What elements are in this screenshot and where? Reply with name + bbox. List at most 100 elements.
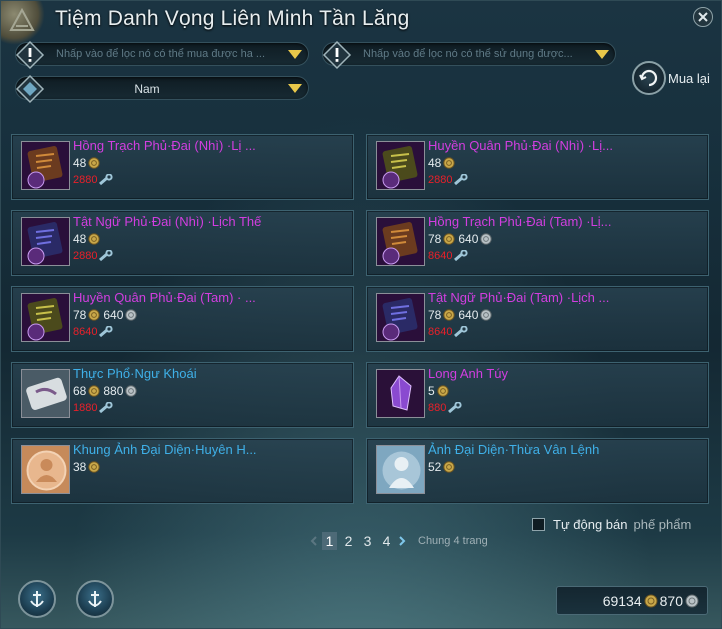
reputation-icon [454,326,469,338]
item-reputation-cost: 2880 [73,250,114,262]
gold-coin-icon [88,385,101,397]
item-reputation-value: 8640 [73,326,98,338]
shop-item[interactable]: Ảnh Đại Diện·Thừa Vân Lệnh 52 [366,438,709,504]
item-name: Khung Ảnh Đại Diện·Huyên H... [73,442,257,457]
reputation-icon [99,174,114,186]
auto-sell-checkbox[interactable] [532,518,545,531]
shop-item[interactable]: Thực Phổ·Ngư Khoái 68 880 1880 [11,362,354,428]
gold-coin-icon [436,385,449,397]
item-name: Huyền Quân Phủ·Đai (Nhì) ·Lị... [428,138,613,153]
shop-item[interactable]: Hồng Trạch Phủ·Đai (Nhì) ·Lị ... 48 2880 [11,134,354,200]
page-1-button[interactable]: 1 [322,532,337,550]
close-icon [698,12,708,22]
anchor-icon [88,591,102,607]
item-name: Thực Phổ·Ngư Khoái [73,366,197,381]
item-gold-price: 5 [428,384,435,398]
reputation-icon [99,326,114,338]
gender-filter-dropdown[interactable]: Nam [15,74,309,104]
silver-coin-icon [480,309,493,321]
item-name: Ảnh Đại Diện·Thừa Vân Lệnh [428,442,600,457]
gold-coin-icon [88,461,101,473]
buy-filter-placeholder: Nhấp vào để lọc nó có thể mua được ha ..… [56,48,266,60]
warning-icon [322,40,352,70]
silver-coin-icon [480,233,493,245]
prev-page-button[interactable] [308,535,320,547]
bottom-tool-button-1[interactable] [18,580,56,618]
gold-coin-icon [443,233,456,245]
warning-icon [15,40,45,70]
shop-item[interactable]: Long Anh Túy 5 880 [366,362,709,428]
shop-item[interactable]: Khung Ảnh Đại Diện·Huyên H... 38 [11,438,354,504]
reputation-icon [99,402,114,414]
shop-item[interactable]: Hồng Trạch Phủ·Đai (Tam) ·Lị... 78 640 8640 [366,210,709,276]
shop-emblem-icon [1,1,45,45]
reputation-icon [448,402,462,414]
item-gold-price: 68 [73,384,87,398]
shop-item[interactable]: Tật Ngữ Phủ·Đai (Tam) ·Lịch ... 78 640 8640 [366,286,709,352]
auto-sell-sub: phế phẩm [633,517,692,532]
page-total: Chung 4 trang [418,535,488,547]
shop-window: Tiệm Danh Vọng Liên Minh Tần Lăng Nhấp v… [0,0,722,629]
pagination: 1 2 3 4 Chung 4 trang [308,532,488,550]
close-button[interactable] [693,7,713,27]
rebuy-label: Mua lại [668,70,710,86]
item-name: Tật Ngữ Phủ·Đai (Nhì) ·Lịch Thế [73,214,262,229]
item-gold-price: 48 [73,156,87,170]
page-2-button[interactable]: 2 [341,532,356,550]
next-page-button[interactable] [396,535,408,547]
shop-item[interactable]: Tật Ngữ Phủ·Đai (Nhì) ·Lịch Thế 48 2880 [11,210,354,276]
item-reputation-value: 8640 [428,326,453,338]
gold-coin-icon [443,157,456,169]
item-price: 68 880 [73,384,140,398]
reputation-icon [454,174,469,186]
scroll-orange-icon [21,141,70,190]
scroll-blue-icon [376,293,425,342]
item-reputation-cost: 8640 [428,250,469,262]
buy-filter-dropdown[interactable]: Nhấp vào để lọc nó có thể mua được ha ..… [15,40,309,70]
chevron-down-icon [288,50,302,59]
item-gold-price: 48 [428,156,442,170]
silver-coin-icon [685,594,699,607]
reputation-icon [454,250,469,262]
item-name: Tật Ngữ Phủ·Đai (Tam) ·Lịch ... [428,290,610,305]
chevron-down-icon [595,50,609,59]
gold-coin-icon [88,309,101,321]
item-price: 52 [428,460,458,474]
item-reputation-cost: 2880 [428,174,469,186]
item-gold-price: 78 [73,308,87,322]
silver-coin-icon [125,385,138,397]
recipe-scroll-icon [21,369,70,418]
gold-coin-icon [88,157,101,169]
scroll-yellow-icon [376,141,425,190]
item-price: 78 640 [428,308,495,322]
page-4-button[interactable]: 4 [379,532,394,550]
item-reputation-value: 2880 [428,174,453,186]
anchor-icon [30,591,44,607]
item-name: Hồng Trạch Phủ·Đai (Nhì) ·Lị ... [73,138,256,153]
rebuy-button[interactable]: Mua lại [632,61,710,95]
scroll-blue-icon [21,217,70,266]
use-filter-dropdown[interactable]: Nhấp vào để lọc nó có thể sử dụng được..… [322,40,616,70]
item-price: 78 640 [73,308,140,322]
item-price: 48 [73,232,103,246]
gender-filter-value: Nam [134,82,160,96]
item-silver-price: 640 [458,308,479,322]
chevron-down-icon [288,84,302,93]
gold-coin-icon [644,594,658,607]
item-reputation-cost: 1880 [73,402,114,414]
auto-sell-option: Tự động bán phế phẩm [532,517,691,532]
purple-crystal-icon [376,369,425,418]
shop-item[interactable]: Huyền Quân Phủ·Đai (Nhì) ·Lị... 48 2880 [366,134,709,200]
item-price: 5 [428,384,452,398]
chevron-right-icon [399,536,406,546]
page-3-button[interactable]: 3 [360,532,375,550]
item-reputation-cost: 8640 [73,326,114,338]
gold-coin-icon [88,233,101,245]
rebuy-icon [632,61,666,95]
scroll-orange-icon [376,217,425,266]
wallet-gold: 69134 [602,592,642,609]
bottom-tool-button-2[interactable] [76,580,114,618]
shop-item[interactable]: Huyền Quân Phủ·Đai (Tam) · ... 78 640 8640 [11,286,354,352]
chevron-left-icon [310,536,317,546]
scroll-yellow-icon [21,293,70,342]
